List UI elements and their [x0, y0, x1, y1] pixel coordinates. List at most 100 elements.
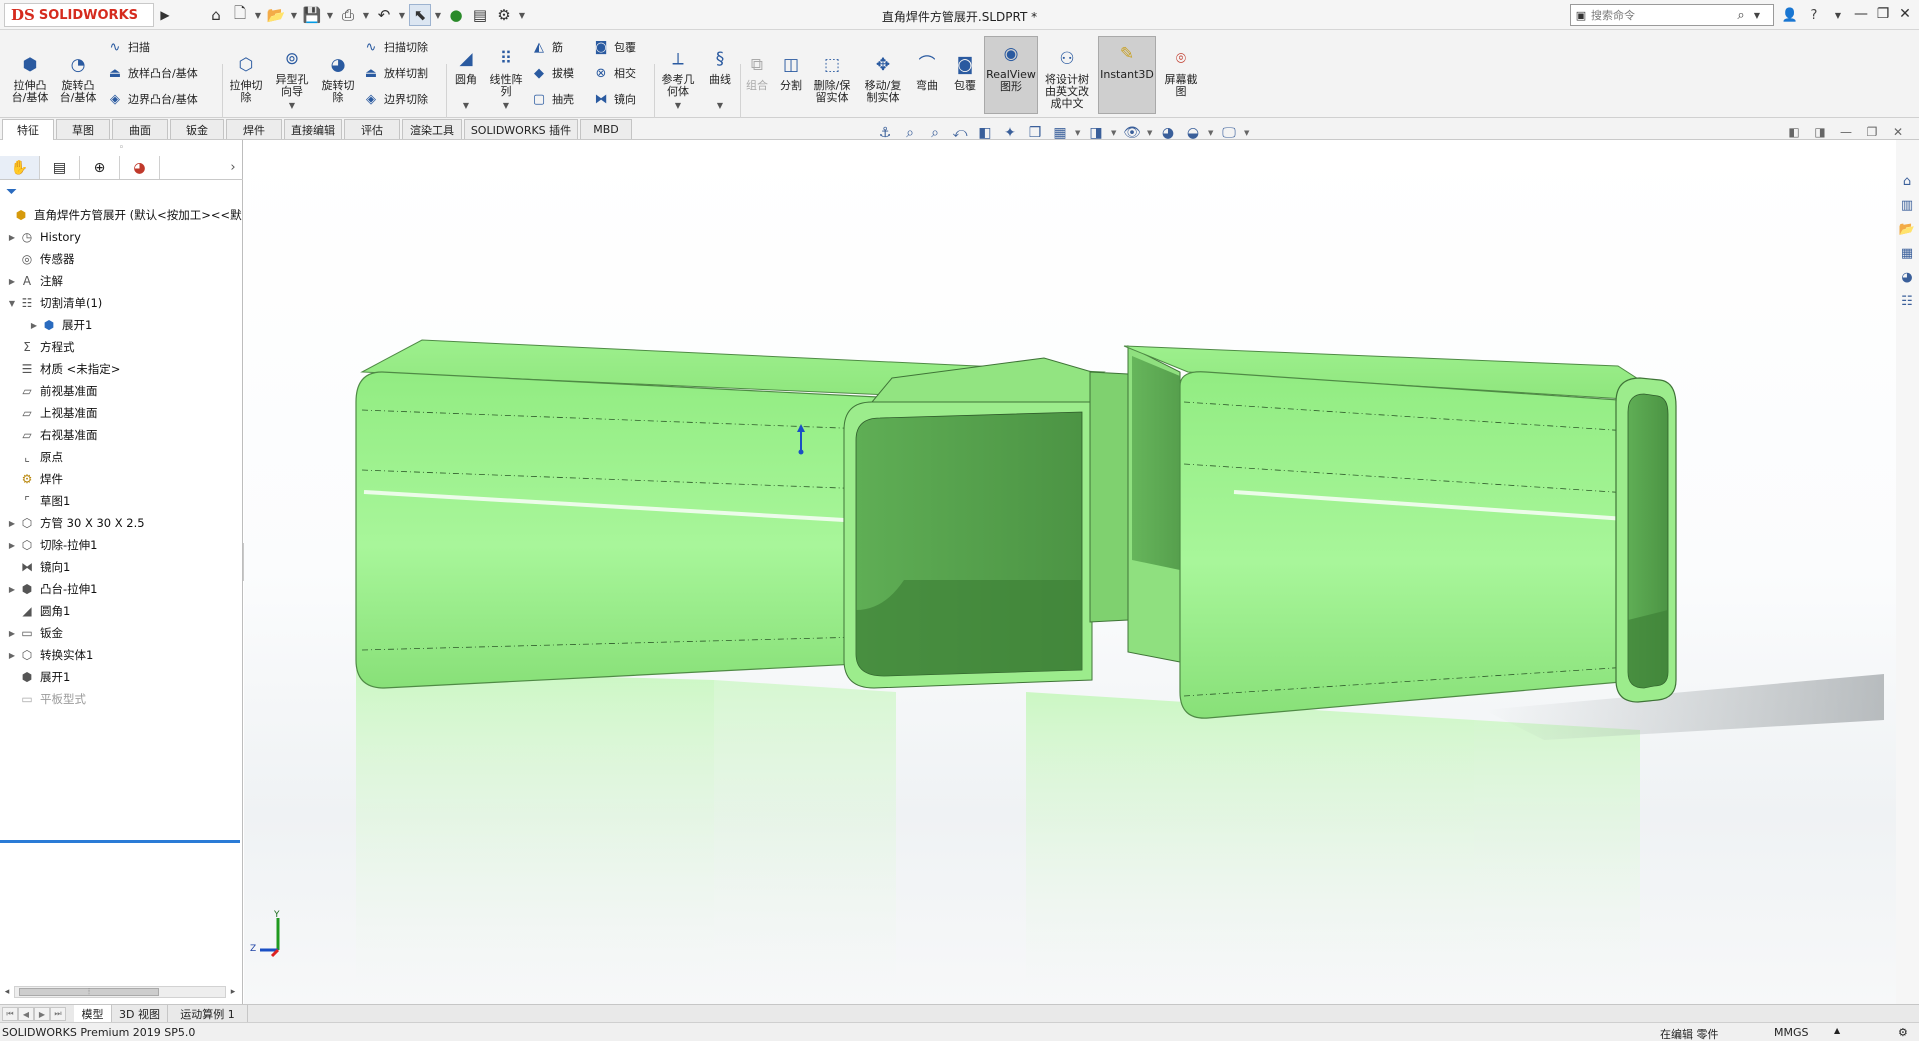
tab-mbd[interactable]: MBD — [580, 119, 632, 139]
sweep-cut-button[interactable]: ∿ 扫描切除 — [362, 36, 428, 58]
linear-pattern-button[interactable]: ⠿ 线性阵 列 ▼ — [486, 42, 526, 112]
solidworks-resources-icon[interactable]: ⌂ — [1897, 170, 1917, 192]
tab-sheet-metal[interactable]: 钣金 — [170, 119, 224, 139]
undo-icon[interactable]: ↶ — [373, 4, 395, 26]
viewport-close-icon[interactable]: ✕ — [1887, 122, 1909, 142]
extrude-boss-button[interactable]: ⬢ 拉伸凸 台/基体 — [8, 48, 52, 104]
tab-model[interactable]: 模型 — [74, 1005, 112, 1022]
tree-root[interactable]: ⬢ 直角焊件方管展开 (默认<按加工><<默 — [0, 204, 243, 226]
select-pointer-icon[interactable]: ⬉ — [409, 4, 431, 26]
tree-item-sensors[interactable]: ◎ 传感器 — [0, 248, 243, 270]
expand-arrow-icon[interactable]: ▶ — [6, 233, 18, 242]
prev-tab-icon[interactable]: ◀ — [18, 1007, 34, 1021]
revolve-cut-button[interactable]: ◕ 旋转切 除 — [316, 48, 360, 104]
tree-item-front-plane[interactable]: ▱ 前视基准面 — [0, 380, 243, 402]
viewport-tile-right-icon[interactable]: ◨ — [1809, 122, 1831, 142]
scroll-left-icon[interactable]: ◂ — [0, 987, 14, 997]
next-tab-icon[interactable]: ▶ — [34, 1007, 50, 1021]
loft-cut-button[interactable]: ⏏ 放样切割 — [362, 62, 428, 84]
viewport-minimize-icon[interactable]: — — [1835, 122, 1857, 142]
search-command-icon[interactable]: ▣ — [1571, 5, 1591, 25]
select-dropdown-icon[interactable]: ▼ — [433, 4, 443, 26]
menu-expand-arrow-icon[interactable]: ▶ — [158, 5, 172, 25]
curves-dropdown-icon[interactable]: ▼ — [717, 100, 723, 112]
tree-item-fillet1[interactable]: ◢ 圆角1 — [0, 600, 243, 622]
mirror-button[interactable]: ⧓ 镜向 — [592, 88, 637, 110]
tab-motion-study[interactable]: 运动算例 1 — [168, 1005, 248, 1022]
collapse-arrow-icon[interactable]: ▼ — [6, 299, 18, 308]
scene-dropdown-icon[interactable]: ▼ — [1208, 129, 1214, 137]
pattern-dropdown-icon[interactable]: ▼ — [503, 100, 509, 112]
curves-button[interactable]: § 曲线 ▼ — [702, 42, 738, 112]
search-dropdown-icon[interactable]: ▼ — [1751, 11, 1763, 20]
filter-icon[interactable]: ⏷ — [6, 184, 26, 202]
configuration-manager-tab-icon[interactable]: ⊕ — [80, 156, 120, 179]
close-icon[interactable]: ✕ — [1894, 2, 1916, 26]
tree-item-material[interactable]: ☰ 材质 <未指定> — [0, 358, 243, 380]
file-explorer-icon[interactable]: 📂 — [1897, 218, 1917, 240]
reference-geometry-button[interactable]: ⟂ 参考几 何体 ▼ — [656, 42, 700, 112]
tab-direct-editing[interactable]: 直接编辑 — [284, 119, 342, 139]
translate-tree-button[interactable]: ⚇ 将设计树 由英文改 成中文 — [1040, 42, 1094, 110]
view-palette-icon[interactable]: ▦ — [1897, 242, 1917, 264]
user-account-icon[interactable]: 👤 — [1780, 4, 1800, 26]
save-icon[interactable]: 💾 — [301, 4, 323, 26]
file-properties-icon[interactable]: ▤ — [469, 4, 491, 26]
tree-item-origin[interactable]: ⌞ 原点 — [0, 446, 243, 468]
first-tab-icon[interactable]: ⏮ — [2, 1007, 18, 1021]
tree-item-cutlist-flatten[interactable]: ▶ ⬢ 展开1 — [0, 314, 243, 336]
split-button[interactable]: ◫ 分割 — [774, 48, 808, 92]
delete-keep-body-button[interactable]: ⬚ 删除/保 留实体 — [810, 48, 854, 104]
hide-show-dropdown-icon[interactable]: ▼ — [1147, 129, 1153, 137]
expand-arrow-icon[interactable]: ▶ — [6, 519, 18, 528]
tree-item-flatten1[interactable]: ⬢ 展开1 — [0, 666, 243, 688]
tab-sketch[interactable]: 草图 — [56, 119, 110, 139]
move-copy-body-button[interactable]: ✥ 移动/复 制实体 — [860, 48, 906, 104]
tab-solidworks-addins[interactable]: SOLIDWORKS 插件 — [464, 119, 578, 139]
search-magnifier-icon[interactable]: ⌕ — [1731, 8, 1751, 23]
tab-render-tools[interactable]: 渲染工具 — [402, 119, 462, 139]
last-tab-icon[interactable]: ⏭ — [50, 1007, 66, 1021]
rib-button[interactable]: ◭ 筋 — [530, 36, 563, 58]
rollback-bar[interactable] — [0, 840, 240, 843]
home-icon[interactable]: ⌂ — [205, 4, 227, 26]
instant3d-button[interactable]: ✎ Instant3D — [1098, 36, 1156, 114]
tab-3d-views[interactable]: 3D 视图 — [112, 1005, 168, 1022]
open-folder-icon[interactable]: 📂 — [265, 4, 287, 26]
open-dropdown-icon[interactable]: ▼ — [289, 4, 299, 26]
help-dropdown-icon[interactable]: ▼ — [1828, 4, 1848, 26]
tree-item-boss-extrude1[interactable]: ▶ ⬢ 凸台-拉伸1 — [0, 578, 243, 600]
tree-item-flat-pattern[interactable]: ▭ 平板型式 — [0, 688, 243, 710]
solidworks-logo[interactable]: DS SOLIDWORKS — [4, 3, 154, 27]
tree-item-sheet-metal[interactable]: ▶ ▭ 钣金 — [0, 622, 243, 644]
unit-system[interactable]: MMGS — [1774, 1026, 1809, 1039]
sweep-button[interactable]: ∿ 扫描 — [106, 36, 150, 58]
viewport-restore-icon[interactable]: ❐ — [1861, 122, 1883, 142]
graphics-area[interactable]: Y Z — [244, 140, 1896, 1004]
monitor-dropdown-icon[interactable]: ▼ — [1244, 129, 1250, 137]
tree-item-annotations[interactable]: ▶ A 注解 — [0, 270, 243, 292]
tree-item-right-plane[interactable]: ▱ 右视基准面 — [0, 424, 243, 446]
boundary-boss-button[interactable]: ◈ 边界凸台/基体 — [106, 88, 198, 110]
hole-wizard-button[interactable]: ⊚ 异型孔 向导 ▼ — [270, 42, 314, 112]
viewport-tile-left-icon[interactable]: ◧ — [1783, 122, 1805, 142]
print-icon[interactable]: ⎙ — [337, 4, 359, 26]
tab-surfaces[interactable]: 曲面 — [112, 119, 168, 139]
expand-arrow-icon[interactable]: ▶ — [6, 585, 18, 594]
display-manager-tab-icon[interactable]: ◕ — [120, 156, 160, 179]
design-library-icon[interactable]: ▥ — [1897, 194, 1917, 216]
appearances-icon[interactable]: ◕ — [1897, 266, 1917, 288]
options-dropdown-icon[interactable]: ▼ — [517, 4, 527, 26]
expand-arrow-icon[interactable]: ▶ — [6, 651, 18, 660]
feature-manager-tab-icon[interactable]: ✋ — [0, 156, 40, 179]
scroll-right-icon[interactable]: ▸ — [226, 987, 240, 997]
view-settings-dropdown-icon[interactable]: ▼ — [1075, 129, 1081, 137]
custom-properties-icon[interactable]: ☷ — [1897, 290, 1917, 312]
tree-horizontal-scrollbar[interactable]: ◂ ⦙ ▸ — [0, 983, 240, 1001]
tree-item-history[interactable]: ▶ ◷ History — [0, 226, 243, 248]
expand-arrow-icon[interactable]: ▶ — [28, 321, 40, 330]
new-document-icon[interactable]: 🗋 — [229, 4, 251, 26]
shell-button[interactable]: ▢ 抽壳 — [530, 88, 574, 110]
minimize-icon[interactable]: — — [1850, 2, 1872, 26]
wrap-button[interactable]: ◙ 包覆 — [948, 48, 982, 92]
